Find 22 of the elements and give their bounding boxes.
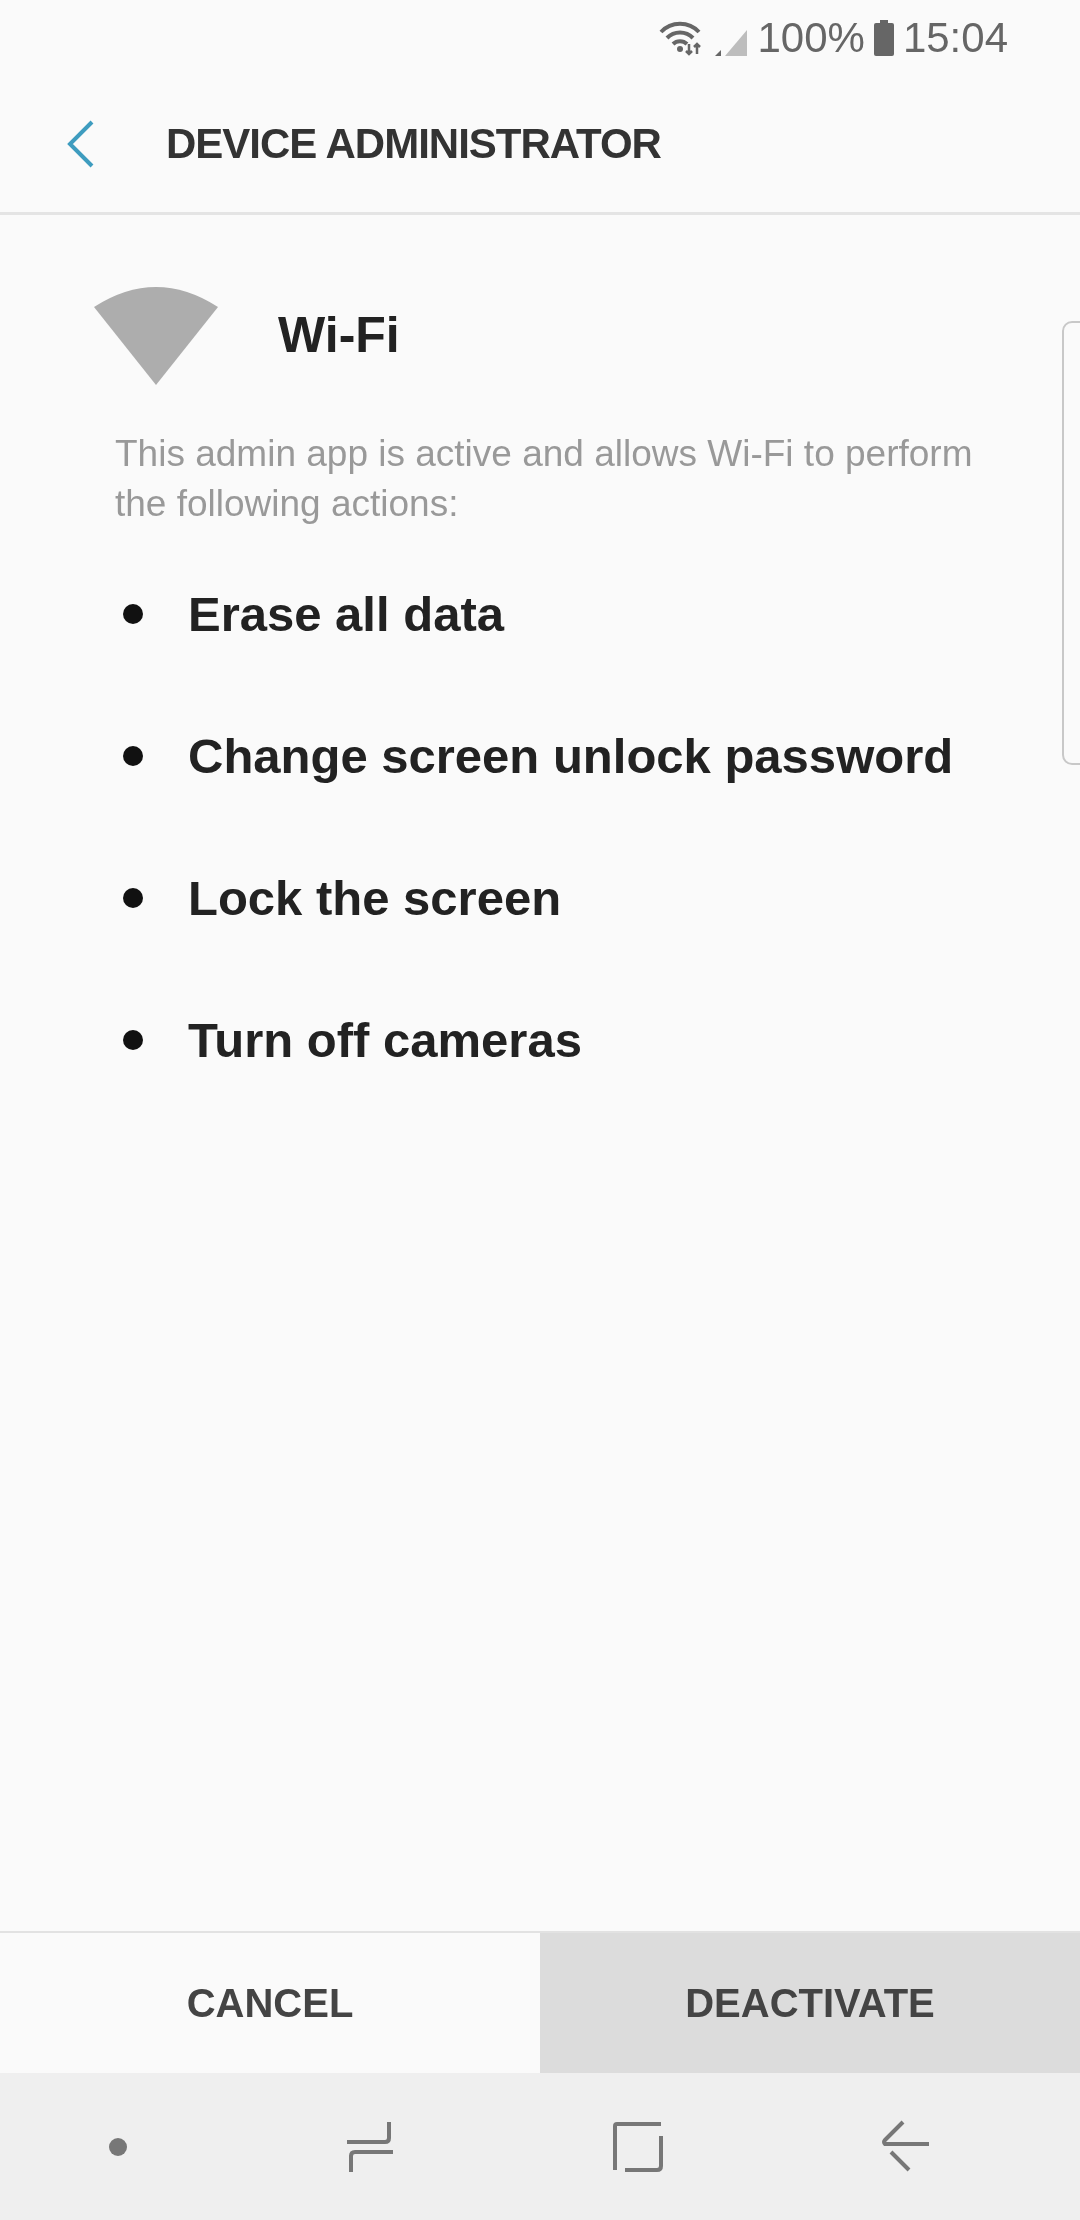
bullet-icon bbox=[123, 888, 143, 908]
battery-icon bbox=[872, 19, 895, 56]
action-text: Lock the screen bbox=[188, 870, 562, 926]
action-text: Turn off cameras bbox=[188, 1012, 582, 1068]
bullet-icon bbox=[123, 604, 143, 624]
edge-panel-handle[interactable] bbox=[1062, 321, 1080, 765]
wifi-icon bbox=[94, 285, 218, 385]
home-icon[interactable] bbox=[613, 2121, 663, 2172]
recent-apps-icon[interactable] bbox=[345, 2119, 395, 2174]
back-icon[interactable] bbox=[66, 118, 96, 169]
battery-percent: 100% bbox=[757, 13, 865, 62]
action-text: Erase all data bbox=[188, 586, 504, 642]
bullet-icon bbox=[123, 746, 143, 766]
back-icon[interactable] bbox=[881, 2119, 931, 2174]
clock-time: 15:04 bbox=[902, 13, 1008, 62]
bullet-icon bbox=[123, 1030, 143, 1050]
action-text: Change screen unlock password bbox=[188, 728, 954, 784]
screen-title: DEVICE ADMINISTRATOR bbox=[166, 119, 661, 168]
dialog-button[interactable]: DEACTIVATE bbox=[540, 1933, 1080, 2073]
description-text: This admin app is active and allows Wi-Fi to perform the following actions: bbox=[115, 432, 974, 526]
dot-icon[interactable] bbox=[109, 2137, 127, 2156]
app-name: Wi-Fi bbox=[278, 306, 400, 364]
